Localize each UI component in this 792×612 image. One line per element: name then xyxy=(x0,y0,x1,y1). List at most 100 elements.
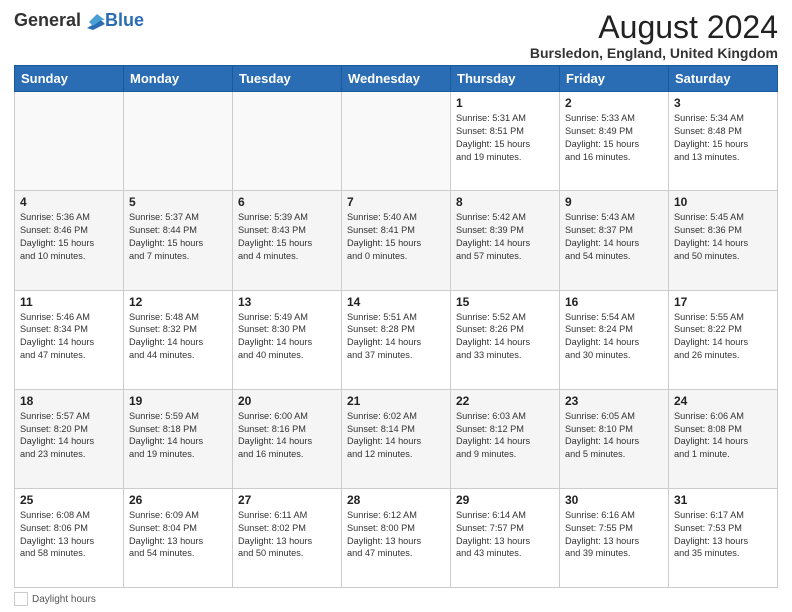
day-number: 2 xyxy=(565,96,663,110)
calendar-cell: 19Sunrise: 5:59 AM Sunset: 8:18 PM Dayli… xyxy=(124,389,233,488)
calendar-cell: 5 Sunrise: 5:37 AM Sunset: 8:44 PM Daylig… xyxy=(124,191,233,290)
calendar-cell: 24 Sunrise: 6:06 AM Sunset: 8:08 PM Dayli… xyxy=(669,389,778,488)
day-number: 1 xyxy=(456,96,554,110)
calendar-cell: 20 Sunrise: 6:00 AM Sunset: 8:16 PM Dayli… xyxy=(233,389,342,488)
calendar-header-row: SundayMondayTuesdayWednesdayThursdayFrid… xyxy=(15,66,778,92)
calendar-week-2: 4 Sunrise: 5:36 AM Sunset: 8:46 PM Daylig… xyxy=(15,191,778,290)
day-number: 13 xyxy=(238,295,336,309)
calendar-week-3: 11 Sunrise: 5:46 AM Sunset: 8:34 PM Dayli… xyxy=(15,290,778,389)
logo-area: General Blue xyxy=(14,10,144,31)
day-number: 6 xyxy=(238,195,336,209)
day-info: Sunrise: 5:40 AM Sunset: 8:41 PM Dayligh… xyxy=(347,211,445,263)
day-info: Sunrise: 6:02 AM Sunset: 8:14 PM Dayligh… xyxy=(347,410,445,462)
day-info: Sunrise: 5:52 AM Sunset: 8:26 PM Dayligh… xyxy=(456,311,554,363)
day-info: Sunrise: 6:00 AM Sunset: 8:16 PM Dayligh… xyxy=(238,410,336,462)
logo-blue-text: Blue xyxy=(105,10,144,31)
daylight-legend: Daylight hours xyxy=(14,592,96,606)
day-info: Sunrise: 5:39 AM Sunset: 8:43 PM Dayligh… xyxy=(238,211,336,263)
calendar-cell: 14 Sunrise: 5:51 AM Sunset: 8:28 PM Dayli… xyxy=(342,290,451,389)
calendar-week-4: 18 Sunrise: 5:57 AM Sunset: 8:20 PM Dayli… xyxy=(15,389,778,488)
day-number: 18 xyxy=(20,394,118,408)
calendar-header-tuesday: Tuesday xyxy=(233,66,342,92)
day-number: 9 xyxy=(565,195,663,209)
calendar-cell: 1Sunrise: 5:31 AM Sunset: 8:51 PM Daylig… xyxy=(451,92,560,191)
calendar-cell: 11 Sunrise: 5:46 AM Sunset: 8:34 PM Dayli… xyxy=(15,290,124,389)
calendar-header-saturday: Saturday xyxy=(669,66,778,92)
day-info: Sunrise: 5:42 AM Sunset: 8:39 PM Dayligh… xyxy=(456,211,554,263)
calendar-table: SundayMondayTuesdayWednesdayThursdayFrid… xyxy=(14,65,778,588)
day-info: Sunrise: 6:14 AM Sunset: 7:57 PM Dayligh… xyxy=(456,509,554,561)
calendar-cell: 31 Sunrise: 6:17 AM Sunset: 7:53 PM Dayli… xyxy=(669,488,778,587)
calendar-cell: 8Sunrise: 5:42 AM Sunset: 8:39 PM Daylig… xyxy=(451,191,560,290)
day-number: 23 xyxy=(565,394,663,408)
page: General Blue August 2024 Bursledon, Engl… xyxy=(0,0,792,612)
day-number: 3 xyxy=(674,96,772,110)
day-info: Sunrise: 6:08 AM Sunset: 8:06 PM Dayligh… xyxy=(20,509,118,561)
calendar-cell: 27Sunrise: 6:11 AM Sunset: 8:02 PM Dayli… xyxy=(233,488,342,587)
calendar-cell: 3 Sunrise: 5:34 AM Sunset: 8:48 PM Daylig… xyxy=(669,92,778,191)
day-info: Sunrise: 6:03 AM Sunset: 8:12 PM Dayligh… xyxy=(456,410,554,462)
day-info: Sunrise: 5:37 AM Sunset: 8:44 PM Dayligh… xyxy=(129,211,227,263)
day-info: Sunrise: 5:43 AM Sunset: 8:37 PM Dayligh… xyxy=(565,211,663,263)
calendar-cell: 10Sunrise: 5:45 AM Sunset: 8:36 PM Dayli… xyxy=(669,191,778,290)
calendar-cell: 22 Sunrise: 6:03 AM Sunset: 8:12 PM Dayli… xyxy=(451,389,560,488)
day-number: 12 xyxy=(129,295,227,309)
day-number: 11 xyxy=(20,295,118,309)
footer: Daylight hours xyxy=(14,592,778,606)
calendar-week-1: 1Sunrise: 5:31 AM Sunset: 8:51 PM Daylig… xyxy=(15,92,778,191)
calendar-cell: 4 Sunrise: 5:36 AM Sunset: 8:46 PM Daylig… xyxy=(15,191,124,290)
day-number: 4 xyxy=(20,195,118,209)
day-number: 31 xyxy=(674,493,772,507)
day-number: 17 xyxy=(674,295,772,309)
calendar-cell xyxy=(124,92,233,191)
calendar-cell: 9 Sunrise: 5:43 AM Sunset: 8:37 PM Daylig… xyxy=(560,191,669,290)
calendar-header-sunday: Sunday xyxy=(15,66,124,92)
day-number: 25 xyxy=(20,493,118,507)
calendar-cell: 28 Sunrise: 6:12 AM Sunset: 8:00 PM Dayli… xyxy=(342,488,451,587)
day-info: Sunrise: 5:54 AM Sunset: 8:24 PM Dayligh… xyxy=(565,311,663,363)
day-number: 24 xyxy=(674,394,772,408)
header: General Blue August 2024 Bursledon, Engl… xyxy=(14,10,778,61)
day-info: Sunrise: 5:45 AM Sunset: 8:36 PM Dayligh… xyxy=(674,211,772,263)
day-info: Sunrise: 6:09 AM Sunset: 8:04 PM Dayligh… xyxy=(129,509,227,561)
calendar-cell: 12 Sunrise: 5:48 AM Sunset: 8:32 PM Dayli… xyxy=(124,290,233,389)
day-number: 28 xyxy=(347,493,445,507)
day-info: Sunrise: 5:59 AM Sunset: 8:18 PM Dayligh… xyxy=(129,410,227,462)
day-number: 29 xyxy=(456,493,554,507)
calendar-header-friday: Friday xyxy=(560,66,669,92)
calendar-cell: 26 Sunrise: 6:09 AM Sunset: 8:04 PM Dayli… xyxy=(124,488,233,587)
day-info: Sunrise: 5:55 AM Sunset: 8:22 PM Dayligh… xyxy=(674,311,772,363)
day-info: Sunrise: 6:17 AM Sunset: 7:53 PM Dayligh… xyxy=(674,509,772,561)
subtitle: Bursledon, England, United Kingdom xyxy=(530,45,778,61)
title-area: August 2024 Bursledon, England, United K… xyxy=(530,10,778,61)
day-info: Sunrise: 5:33 AM Sunset: 8:49 PM Dayligh… xyxy=(565,112,663,164)
day-info: Sunrise: 5:36 AM Sunset: 8:46 PM Dayligh… xyxy=(20,211,118,263)
day-info: Sunrise: 5:48 AM Sunset: 8:32 PM Dayligh… xyxy=(129,311,227,363)
day-info: Sunrise: 5:34 AM Sunset: 8:48 PM Dayligh… xyxy=(674,112,772,164)
calendar-cell: 16Sunrise: 5:54 AM Sunset: 8:24 PM Dayli… xyxy=(560,290,669,389)
calendar-week-5: 25 Sunrise: 6:08 AM Sunset: 8:06 PM Dayli… xyxy=(15,488,778,587)
calendar-cell: 17 Sunrise: 5:55 AM Sunset: 8:22 PM Dayli… xyxy=(669,290,778,389)
calendar-header-thursday: Thursday xyxy=(451,66,560,92)
calendar-header-wednesday: Wednesday xyxy=(342,66,451,92)
logo-icon xyxy=(83,12,105,30)
logo: General Blue xyxy=(14,10,144,31)
day-info: Sunrise: 6:12 AM Sunset: 8:00 PM Dayligh… xyxy=(347,509,445,561)
day-info: Sunrise: 5:51 AM Sunset: 8:28 PM Dayligh… xyxy=(347,311,445,363)
calendar-cell: 6 Sunrise: 5:39 AM Sunset: 8:43 PM Daylig… xyxy=(233,191,342,290)
calendar-cell xyxy=(233,92,342,191)
day-info: Sunrise: 5:57 AM Sunset: 8:20 PM Dayligh… xyxy=(20,410,118,462)
day-number: 27 xyxy=(238,493,336,507)
day-info: Sunrise: 5:46 AM Sunset: 8:34 PM Dayligh… xyxy=(20,311,118,363)
day-number: 20 xyxy=(238,394,336,408)
main-title: August 2024 xyxy=(530,10,778,45)
logo-general-text: General xyxy=(14,10,81,31)
day-number: 5 xyxy=(129,195,227,209)
calendar-cell: 30Sunrise: 6:16 AM Sunset: 7:55 PM Dayli… xyxy=(560,488,669,587)
day-number: 14 xyxy=(347,295,445,309)
day-info: Sunrise: 6:06 AM Sunset: 8:08 PM Dayligh… xyxy=(674,410,772,462)
day-info: Sunrise: 6:16 AM Sunset: 7:55 PM Dayligh… xyxy=(565,509,663,561)
day-number: 22 xyxy=(456,394,554,408)
day-number: 26 xyxy=(129,493,227,507)
calendar-header-monday: Monday xyxy=(124,66,233,92)
